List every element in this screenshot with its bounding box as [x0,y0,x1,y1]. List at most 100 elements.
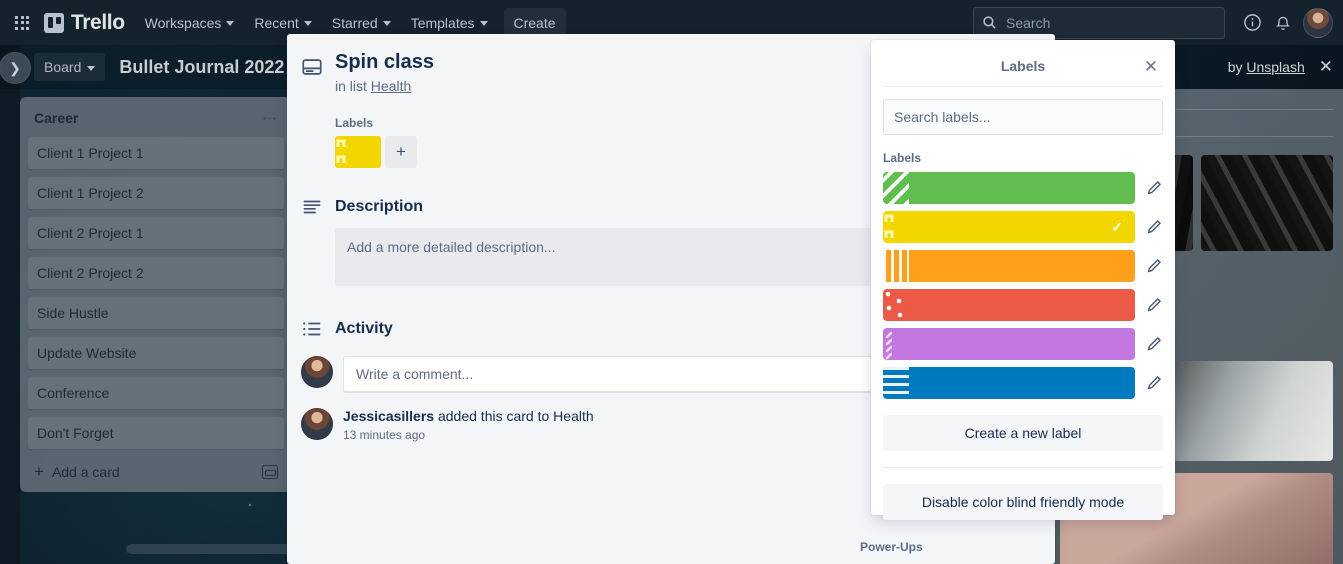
list-item[interactable]: Client 1 Project 2 [28,177,284,209]
left-rail [0,45,20,564]
list-header: Career ⋯ [28,105,284,137]
description-lines-icon [303,200,321,214]
label-row-yellow: ✓ [883,211,1163,243]
chevron-down-icon [87,65,96,71]
activity-entry-text: Jessicasillers added this card to Health [343,408,594,424]
grid-apps-icon[interactable] [10,11,34,35]
list-career: Career ⋯ Client 1 Project 1 Client 1 Pro… [20,97,292,492]
description-heading: Description [335,198,424,215]
avatar[interactable] [301,408,333,440]
search-labels-input[interactable] [883,99,1163,135]
label-row-red [883,289,1163,321]
pencil-icon[interactable] [1145,179,1163,197]
powerups-section: Power-Ups + Add Power-Ups [860,540,1055,564]
activity-action: added this card to Health [434,408,594,424]
label-swatch-green[interactable] [883,172,1135,204]
label-pattern-dots [883,289,909,321]
pencil-icon[interactable] [1145,218,1163,236]
labels-section-title: Labels [883,151,922,165]
chevron-down-icon [303,21,312,26]
sidebar-toggle-button[interactable]: ❯ [0,52,31,84]
list-item[interactable]: Client 2 Project 2 [28,257,284,289]
pencil-icon[interactable] [1145,374,1163,392]
nav-workspaces-label: Workspaces [144,14,222,31]
photo-thumbnail[interactable] [1200,155,1333,251]
chevron-down-icon [382,21,391,26]
board-title[interactable]: Bullet Journal 2022 [119,57,284,78]
nav-workspaces[interactable]: Workspaces [135,8,245,38]
nav-templates[interactable]: Templates [401,8,498,38]
chevron-down-icon [479,21,488,26]
create-button-label: Create [513,14,556,31]
list-item[interactable]: Client 2 Project 1 [28,217,284,249]
chevron-down-icon [226,21,235,26]
nav-recent-label: Recent [254,14,299,31]
list-title[interactable]: Career [34,110,78,126]
user-avatar[interactable] [1303,7,1333,38]
add-card-label: Add a card [51,463,120,480]
popover-header: Labels ✕ [883,52,1163,87]
trello-logo[interactable]: Trello [44,11,125,35]
label-swatch-yellow[interactable]: ✓ [883,211,1135,243]
nav-starred[interactable]: Starred [322,8,401,38]
board-view-selector[interactable]: Board [34,53,106,81]
add-label-button[interactable]: + [385,136,417,168]
nav-starred-label: Starred [331,14,378,31]
activity-timestamp: 13 minutes ago [343,428,426,442]
list-item[interactable]: Side Hustle [28,297,284,329]
close-icon[interactable]: ✕ [1139,55,1163,79]
card-list-context: in list Health [335,78,434,94]
create-button[interactable]: Create [503,7,566,38]
label-swatch-red[interactable] [883,289,1135,321]
brand-name: Trello [71,10,125,34]
list-item[interactable]: Don't Forget [28,417,284,449]
list-item[interactable]: Client 1 Project 1 [28,137,284,169]
card-label-yellow[interactable] [335,136,381,168]
check-icon: ✓ [1111,219,1123,235]
add-card-button[interactable]: + Add a card [28,457,284,488]
nav-recent[interactable]: Recent [244,8,321,38]
card-title[interactable]: Spin class [335,50,434,74]
pencil-icon[interactable] [1145,257,1163,275]
pencil-icon[interactable] [1145,296,1163,314]
credit-prefix: by [1227,59,1243,75]
label-pattern-zigzag [883,328,909,360]
label-row-orange [883,250,1163,282]
close-icon[interactable]: ✕ [1319,57,1333,77]
powerups-heading: Power-Ups [860,540,923,554]
list-link[interactable]: Health [371,78,411,94]
card-window-icon [302,59,322,75]
activity-author[interactable]: Jessicasillers [343,408,434,424]
unsplash-link[interactable]: Unsplash [1246,59,1304,75]
activity-list-icon [303,322,321,336]
nav-templates-label: Templates [410,14,475,31]
pencil-icon[interactable] [1145,335,1163,353]
board-view-label: Board [44,59,82,75]
labels-popover: Labels ✕ Labels ✓ [871,40,1175,520]
plus-icon: + [34,462,44,481]
notification-bell-icon[interactable] [1269,9,1297,37]
label-swatch-blue[interactable] [883,367,1135,399]
in-list-prefix: in list [335,78,367,94]
list-item[interactable]: Conference [28,377,284,409]
label-row-blue [883,367,1163,399]
label-pattern-vertical-bars [883,250,909,282]
popover-title: Labels [1000,58,1046,74]
ellipsis-icon[interactable]: ⋯ [262,109,278,127]
label-swatch-purple[interactable] [883,328,1135,360]
label-row-purple [883,328,1163,360]
label-pattern-horizontal-bars [883,367,909,399]
label-swatch-orange[interactable] [883,250,1135,282]
background-credit: by Unsplash ✕ [1228,45,1333,89]
credit-text: by Unsplash [1228,59,1305,75]
list-item[interactable]: Update Website [28,337,284,369]
create-new-label-button[interactable]: Create a new label [883,415,1163,451]
avatar[interactable] [301,356,333,388]
label-pattern-n-shapes [335,136,361,168]
activity-heading: Activity [335,320,393,337]
info-circle-icon[interactable] [1238,9,1266,37]
popover-divider [883,467,1163,468]
label-row-green [883,172,1163,204]
colorblind-mode-toggle-button[interactable]: Disable color blind friendly mode [883,484,1163,520]
card-template-icon[interactable] [262,464,278,479]
